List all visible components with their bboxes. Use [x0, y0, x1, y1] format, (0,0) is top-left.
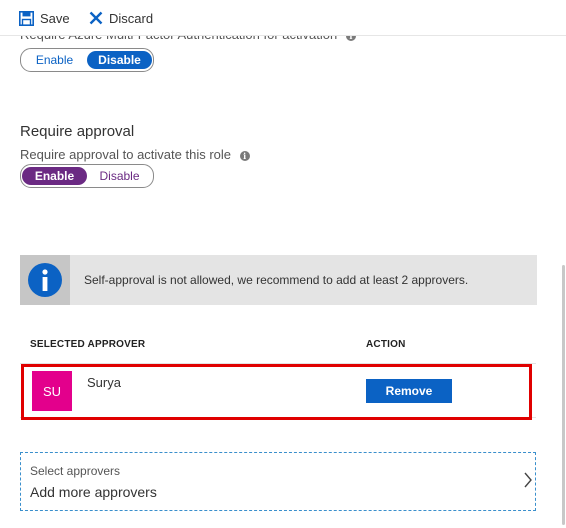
mfa-toggle[interactable]: Enable Disable — [20, 48, 154, 72]
save-label: Save — [40, 10, 70, 26]
banner-text: Self-approval is not allowed, we recomme… — [84, 273, 469, 287]
remove-button[interactable]: Remove — [366, 379, 452, 403]
close-icon — [89, 11, 103, 25]
column-header-action: ACTION — [366, 339, 406, 350]
scrollbar[interactable] — [560, 35, 566, 528]
approval-enable-option[interactable]: Enable — [22, 167, 87, 185]
info-banner: Self-approval is not allowed, we recomme… — [20, 255, 537, 305]
picker-value: Add more approvers — [30, 484, 157, 500]
chevron-right-icon — [524, 472, 532, 488]
discard-button[interactable]: Discard — [89, 8, 153, 28]
mfa-disable-option[interactable]: Disable — [87, 51, 152, 69]
toolbar: Save Discard — [0, 0, 566, 36]
picker-label: Select approvers — [30, 464, 121, 478]
save-icon — [19, 10, 34, 26]
approval-label-text: Require approval to activate this role — [20, 147, 232, 162]
discard-label: Discard — [109, 10, 154, 26]
table-row: SU Surya Remove — [21, 364, 532, 420]
column-header-approver: SELECTED APPROVER — [30, 339, 146, 350]
approval-title: Require approval — [20, 123, 135, 140]
approval-label: Require approval to activate this role i — [20, 147, 250, 162]
avatar: SU — [32, 371, 72, 411]
scrollbar-thumb[interactable] — [562, 265, 565, 525]
approver-name: Surya — [87, 375, 121, 390]
save-button[interactable]: Save — [19, 8, 70, 28]
mfa-enable-option[interactable]: Enable — [22, 51, 87, 69]
info-icon — [28, 263, 62, 297]
banner-icon-box — [20, 255, 70, 305]
approval-toggle[interactable]: Enable Disable — [20, 164, 154, 188]
approval-disable-option[interactable]: Disable — [87, 167, 152, 185]
info-icon[interactable]: i — [239, 150, 250, 161]
select-approvers-picker[interactable]: Select approvers Add more approvers — [20, 452, 536, 511]
